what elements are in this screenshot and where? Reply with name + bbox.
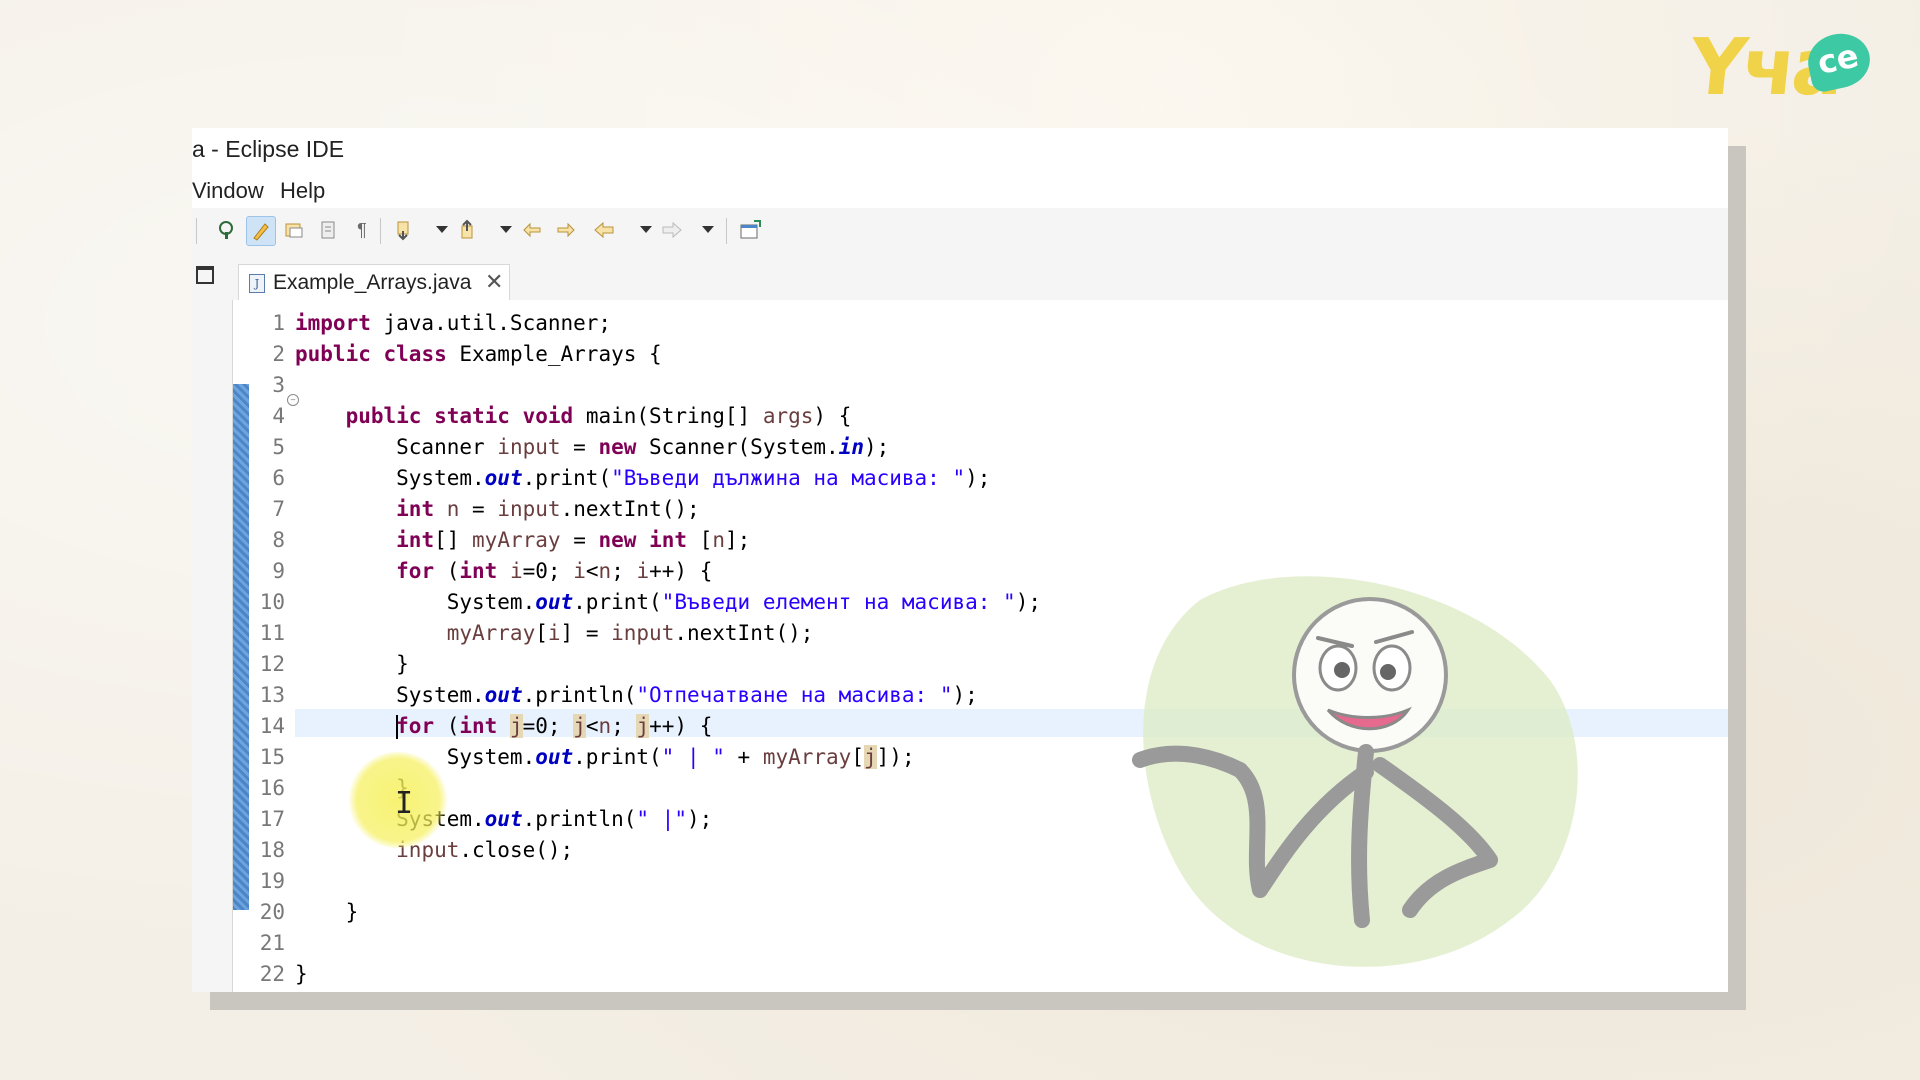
code-line[interactable]: } (295, 897, 359, 928)
code-line[interactable]: Scanner input = new Scanner(System.in); (295, 432, 889, 463)
menu-help[interactable]: Help (280, 178, 325, 204)
code-line[interactable]: System.out.print("Въведи дължина на маси… (295, 463, 990, 494)
forward-dropdown[interactable] (702, 226, 714, 233)
line-number: 11 (259, 621, 285, 645)
toolbar-separator (380, 218, 381, 244)
next-annotation-dropdown[interactable] (436, 226, 448, 233)
next-annotation-icon[interactable] (390, 216, 418, 244)
line-number: 14 (259, 714, 285, 738)
title-bar: a - Eclipse IDE (192, 128, 1728, 172)
tab-label: Example_Arrays.java (273, 271, 472, 294)
menu-bar: Vindow Help (192, 172, 1728, 208)
show-whitespace-icon[interactable]: ¶ (348, 216, 376, 244)
logo-bubble-text: ce (1814, 36, 1862, 82)
line-number: 20 (259, 900, 285, 924)
code-line[interactable]: import java.util.Scanner; (295, 308, 611, 339)
open-perspective-icon[interactable] (736, 216, 764, 244)
line-number: 17 (259, 807, 285, 831)
tab-example-arrays[interactable]: J Example_Arrays.java ✕ (238, 264, 510, 301)
menu-window[interactable]: Vindow (192, 178, 264, 204)
code-line[interactable]: input.close(); (295, 835, 573, 866)
line-number: 2 (272, 342, 285, 366)
code-line[interactable]: for (int j=0; j<n; j++) { (295, 711, 712, 742)
last-edit-icon[interactable] (518, 216, 546, 244)
line-number: 16 (259, 776, 285, 800)
line-number: 10 (259, 590, 285, 614)
mascot-illustration (1132, 576, 1578, 967)
code-line[interactable]: public static void main(String[] args) { (295, 401, 852, 432)
java-file-icon: J (249, 274, 265, 293)
back-icon[interactable] (590, 216, 618, 244)
toggle-breadcrumb-icon[interactable] (280, 216, 308, 244)
code-line[interactable]: } (295, 649, 409, 680)
line-number: 7 (272, 497, 285, 521)
line-number: 13 (259, 683, 285, 707)
code-line[interactable]: public class Example_Arrays { (295, 339, 662, 370)
code-line[interactable]: System.out.println("Отпечатване на масив… (295, 680, 978, 711)
line-number: 3 (272, 373, 285, 397)
line-number: 21 (259, 931, 285, 955)
line-number: 9 (272, 559, 285, 583)
code-line[interactable]: } (295, 959, 308, 990)
line-number: 4 (272, 404, 285, 428)
toolbar: ¶ (192, 208, 1728, 254)
restore-icon[interactable] (196, 266, 214, 284)
code-line[interactable]: int[] myArray = new int [n]; (295, 525, 750, 556)
window-title: a - Eclipse IDE (192, 136, 345, 162)
line-number: 22 (259, 962, 285, 986)
line-number: 1 (272, 311, 285, 335)
code-line[interactable]: myArray[i] = input.nextInt(); (295, 618, 814, 649)
brand-logo: Yчa ce (1685, 23, 1890, 113)
forward-icon[interactable] (658, 216, 686, 244)
code-line[interactable]: System.out.print("Въведи елемент на маси… (295, 587, 1041, 618)
line-number: 19 (259, 869, 285, 893)
back-dropdown[interactable] (640, 226, 652, 233)
last-edit-forward-icon[interactable] (552, 216, 580, 244)
line-number: 6 (272, 466, 285, 490)
prev-annotation-icon[interactable] (454, 216, 482, 244)
external-tools-icon[interactable] (212, 216, 240, 244)
line-number: 8 (272, 528, 285, 552)
line-number: 15 (259, 745, 285, 769)
text-cursor-icon: I (395, 786, 414, 821)
mark-occurrences-icon[interactable] (246, 216, 276, 246)
code-line[interactable]: int n = input.nextInt(); (295, 494, 699, 525)
prev-annotation-dropdown[interactable] (500, 226, 512, 233)
code-line[interactable]: for (int i=0; i<n; i++) { (295, 556, 712, 587)
toolbar-separator (726, 218, 727, 244)
line-number: 18 (259, 838, 285, 862)
line-number: 12 (259, 652, 285, 676)
close-icon[interactable]: ✕ (485, 269, 503, 295)
line-number: 5 (272, 435, 285, 459)
toolbar-separator (196, 218, 197, 244)
block-selection-icon[interactable] (314, 216, 342, 244)
